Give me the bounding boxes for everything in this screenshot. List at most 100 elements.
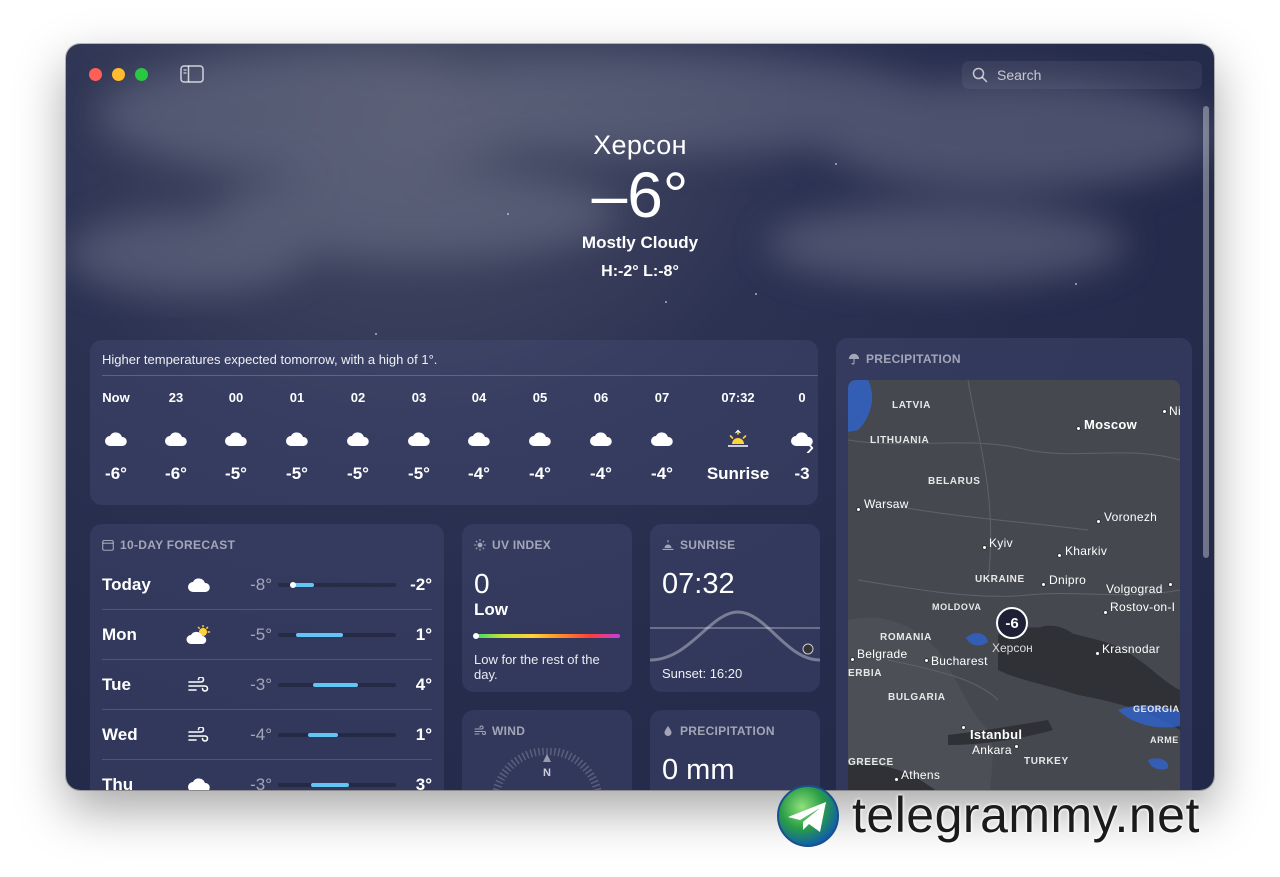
day-high: 3° [415, 775, 432, 790]
raindrop-icon [664, 726, 672, 736]
map-city-dot [1168, 582, 1173, 587]
uv-title: UV INDEX [474, 538, 551, 552]
high-low-text: H:-2° L:-8° [601, 263, 679, 280]
precipitation-map-card[interactable]: PRECIPITATION LATVIA LITHUANIA BELARUS U… [836, 338, 1192, 790]
search-icon [972, 67, 988, 83]
day-row[interactable]: Today -8° -2° [102, 560, 432, 610]
hour-label: 07 [654, 390, 670, 405]
precipitation-title-text: PRECIPITATION [680, 724, 775, 738]
map-label-georgia: GEORGIA [1133, 704, 1180, 714]
cloud-icon [186, 573, 212, 597]
hour-label: 06 [593, 390, 609, 405]
hour-label: 05 [532, 390, 548, 405]
cloud-icon [391, 426, 447, 452]
map-label-greece: GREECE [848, 757, 894, 768]
hourly-item: 02 -5° [330, 390, 386, 484]
precipitation-card[interactable]: PRECIPITATION 0 mm [650, 710, 820, 790]
hour-temperature: -4° [468, 464, 490, 483]
uv-description: Low for the rest of the day. [474, 652, 600, 682]
map-city-dot [1103, 610, 1108, 615]
day-row[interactable]: Wed -4° 1° [102, 710, 432, 760]
precipitation-map-title-text: PRECIPITATION [866, 352, 961, 366]
day-name: Tue [102, 675, 131, 694]
map-city-dot [1014, 744, 1019, 749]
hourly-item: 00 -5° [208, 390, 264, 484]
hour-temperature: -5° [225, 464, 247, 483]
search-input[interactable]: Search [962, 61, 1202, 89]
temperature-range-bar [278, 783, 396, 787]
cloud-icon [186, 773, 212, 790]
map-label-moldova: MOLDOVA [932, 602, 982, 612]
zoom-button[interactable] [135, 68, 148, 81]
cloud-icon [148, 426, 204, 452]
hour-temperature: -6° [105, 464, 127, 483]
temperature-range-bar [278, 683, 396, 687]
hourly-item: 05 -4° [512, 390, 568, 484]
hour-temperature: -5° [286, 464, 308, 483]
temperature-range-bar [278, 582, 396, 588]
uv-value: 0 [474, 568, 490, 599]
day-high: -2° [410, 575, 432, 594]
map-city-krasnodar: Krasnodar [1102, 642, 1161, 656]
hour-label: 01 [289, 390, 305, 405]
day-row[interactable]: Mon -5° 1° [102, 610, 432, 660]
current-temp-dot [290, 582, 296, 588]
uv-scale-bar [473, 633, 620, 639]
uv-index-card[interactable]: UV INDEX 0 Low Low for the rest of the d… [462, 524, 632, 692]
map-city-warsaw: Warsaw [864, 497, 909, 511]
temperature-range-bar [278, 633, 396, 637]
hour-label: 07:32 [721, 390, 755, 405]
uv-indicator [473, 633, 479, 639]
uv-title-text: UV INDEX [492, 538, 552, 552]
precipitation-amount: 0 mm [662, 754, 735, 786]
ten-day-title-text: 10-DAY FORECAST [120, 538, 236, 552]
sunrise-icon [700, 426, 776, 452]
precipitation-map[interactable]: LATVIA LITHUANIA BELARUS UKRAINE MOLDOVA… [848, 380, 1180, 790]
map-label-serbia: ERBIA [848, 668, 883, 679]
chevron-right-icon[interactable]: › [802, 426, 818, 466]
hour-temperature: -5° [347, 464, 369, 483]
compass-dial: N [492, 748, 602, 790]
day-low: -3° [250, 775, 272, 790]
telegram-globe-logo [777, 785, 839, 847]
day-name: Mon [102, 625, 137, 644]
sidebar-toggle-icon[interactable] [180, 65, 204, 83]
watermark: telegrammy.net [776, 784, 1266, 850]
map-label-armenia: ARME [1150, 735, 1179, 745]
map-city-dot [894, 777, 899, 782]
current-conditions: Херсон –6° Mostly Cloudy H:-2° L:-8° [66, 130, 1214, 281]
map-label-turkey: TURKEY [1024, 756, 1069, 767]
day-row[interactable]: Tue -3° 4° [102, 660, 432, 710]
day-row[interactable]: Thu -3° 3° [102, 760, 432, 790]
hourly-forecast-card[interactable]: Higher temperatures expected tomorrow, w… [90, 340, 818, 505]
hour-temperature: -5° [408, 464, 430, 483]
map-label-latvia: LATVIA [892, 400, 931, 411]
day-high: 1° [415, 725, 432, 744]
sunrise-time: 07:32 [662, 568, 735, 600]
minimize-button[interactable] [112, 68, 125, 81]
wind-card[interactable]: WIND N [462, 710, 632, 790]
uv-level: Low [474, 600, 508, 619]
map-city-dot [1095, 651, 1100, 656]
wind-title: WIND [474, 724, 525, 738]
precipitation-title: PRECIPITATION [662, 724, 775, 738]
hourly-item: 03 -5° [391, 390, 447, 484]
map-city-dot [961, 725, 966, 730]
close-button[interactable] [89, 68, 102, 81]
day-low: -8° [250, 575, 272, 594]
sunrise-title-text: SUNRISE [680, 538, 736, 552]
divider [102, 375, 818, 376]
map-city-ni: Ni [1169, 404, 1180, 418]
ten-day-forecast-card[interactable]: 10-DAY FORECAST Today -8° -2° Mon -5° 1° Tue -3… [90, 524, 444, 790]
map-city-dot [850, 657, 855, 662]
map-label-bulgaria: BULGARIA [888, 692, 946, 703]
day-name: Today [102, 575, 151, 594]
sun-icon [474, 539, 486, 551]
weather-window: Search Херсон –6° Mostly Cloudy H:-2° L:… [66, 44, 1214, 790]
map-city-dot [1076, 426, 1081, 431]
sunrise-title: SUNRISE [662, 538, 735, 552]
sunrise-card[interactable]: SUNRISE 07:32 Sunset: 16:20 [650, 524, 820, 692]
ten-day-title: 10-DAY FORECAST [102, 538, 235, 552]
map-city-dot [856, 507, 861, 512]
location-pin[interactable]: -6 [996, 607, 1028, 639]
